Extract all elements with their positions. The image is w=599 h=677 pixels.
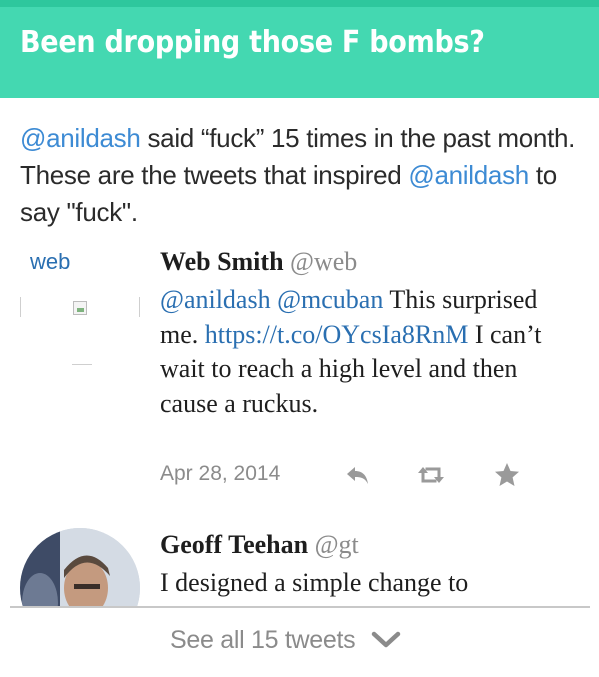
mention-link[interactable]: @mcuban [277, 285, 383, 314]
tweet-body: Geoff Teehan @gt I designed a simple cha… [160, 528, 580, 601]
tweet-item: Geoff Teehan @gt I designed a simple cha… [0, 528, 599, 648]
avatar-edge [20, 297, 21, 317]
header-top-stripe [0, 0, 599, 7]
author-handle[interactable]: @gt [315, 530, 359, 559]
footer: See all 15 tweets [0, 608, 599, 677]
intro-mention-link[interactable]: @anildash [20, 123, 141, 153]
tweet-author: Geoff Teehan @gt [160, 528, 580, 562]
avatar[interactable]: web [20, 245, 140, 365]
retweet-icon[interactable] [416, 460, 446, 490]
avatar-edge [72, 364, 92, 365]
mention-link[interactable]: @anildash [160, 285, 271, 314]
tweet-item: web Web Smith @web @anildash @mcuban Thi… [0, 245, 599, 515]
tweet-url-link[interactable]: https://t.co/OYcsIa8RnM [205, 320, 469, 349]
reply-icon[interactable] [343, 460, 373, 490]
see-all-tweets-button[interactable]: See all 15 tweets [170, 623, 401, 657]
tweet-text: I designed a simple change to [160, 568, 469, 597]
tweet-date[interactable]: Apr 28, 2014 [160, 462, 280, 486]
author-name[interactable]: Web Smith [160, 247, 284, 276]
tweet-meta: Apr 28, 2014 [160, 460, 580, 490]
tweet-body: Web Smith @web @anildash @mcuban This su… [160, 245, 580, 421]
intro-paragraph: @anildash said “fuck” 15 times in the pa… [20, 120, 590, 231]
star-icon[interactable] [492, 460, 522, 490]
author-handle[interactable]: @web [290, 247, 357, 276]
header-banner: Been dropping those F bombs? [0, 7, 599, 98]
broken-image-icon [73, 301, 87, 315]
tweet-text: @anildash @mcuban This surprised me. htt… [160, 283, 580, 421]
page-title: Been dropping those F bombs? [20, 25, 485, 60]
avatar-edge [139, 297, 140, 317]
see-all-label: See all 15 tweets [170, 625, 356, 654]
intro-mention-link-2[interactable]: @anildash [408, 160, 529, 190]
tweet-author: Web Smith @web [160, 245, 580, 279]
chevron-down-icon [372, 631, 401, 648]
avatar-alt-text: web [30, 249, 71, 274]
author-name[interactable]: Geoff Teehan [160, 530, 308, 559]
